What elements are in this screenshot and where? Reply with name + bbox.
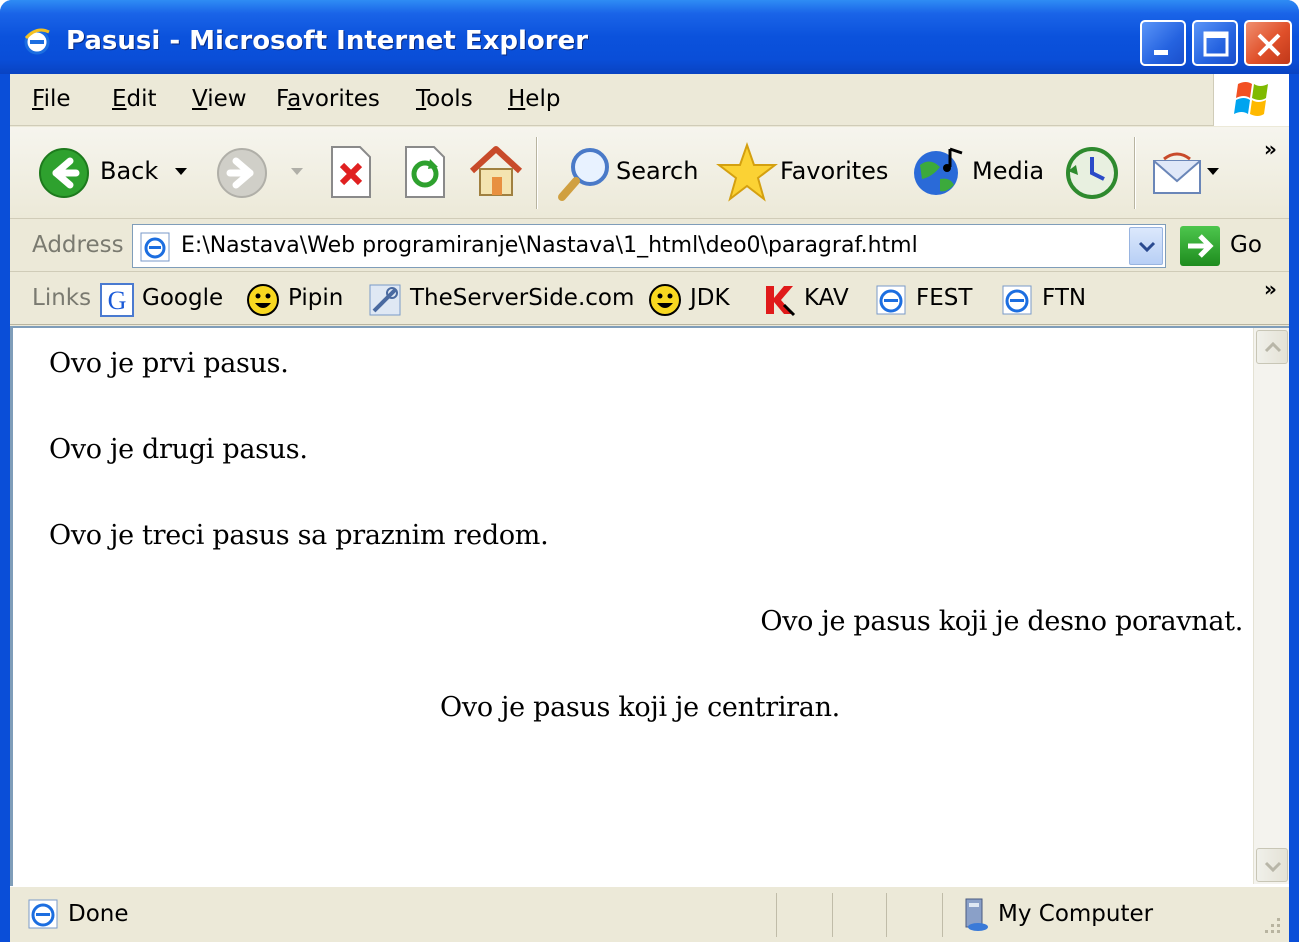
- smiley-icon: [649, 284, 681, 316]
- toolbar-chevron-icon[interactable]: »: [1264, 137, 1277, 161]
- menu-favorites[interactable]: Favorites: [276, 86, 380, 112]
- standard-toolbar: Back Search Favorites Media »: [10, 127, 1289, 219]
- close-button[interactable]: [1244, 20, 1292, 66]
- paragraph-centered: Ovo je pasus koji je centriran.: [440, 692, 840, 723]
- google-icon: G: [100, 283, 134, 317]
- scroll-up-button[interactable]: [1256, 330, 1288, 364]
- ie-logo-icon: [24, 28, 50, 55]
- media-globe-icon[interactable]: [910, 143, 970, 201]
- paragraph-3: Ovo je treci pasus sa praznim redom.: [49, 520, 549, 551]
- status-pane: [776, 893, 777, 937]
- menu-help[interactable]: Help: [508, 86, 560, 112]
- maximize-button[interactable]: [1192, 20, 1238, 66]
- links-bar: Links G Google Pipin TheServerSide.com J…: [10, 273, 1289, 325]
- done-page-icon: [28, 899, 58, 929]
- refresh-icon[interactable]: [402, 145, 448, 199]
- mail-icon[interactable]: [1150, 149, 1204, 197]
- window-frame-right: [1289, 74, 1299, 942]
- links-chevron-icon[interactable]: »: [1264, 277, 1277, 301]
- back-button[interactable]: Back: [100, 157, 158, 185]
- chevron-down-icon: [1138, 241, 1156, 253]
- tss-link-icon: [369, 284, 401, 316]
- close-icon: [1257, 33, 1281, 57]
- resize-grip-icon[interactable]: [1261, 914, 1283, 936]
- paragraph-right-aligned: Ovo je pasus koji je desno poravnat.: [760, 606, 1243, 637]
- status-pane: [832, 893, 833, 937]
- status-pane: [886, 893, 887, 937]
- forward-arrow-icon[interactable]: [216, 147, 268, 199]
- svg-text:G: G: [108, 286, 127, 315]
- back-dropdown-icon[interactable]: [174, 167, 188, 177]
- menu-file[interactable]: File: [32, 86, 71, 112]
- status-bar: Done My Computer: [10, 886, 1289, 942]
- address-input[interactable]: E:\Nastava\Web programiranje\Nastava\1_h…: [132, 224, 1166, 268]
- favorites-star-icon[interactable]: [716, 141, 778, 203]
- go-arrow-icon: [1188, 234, 1214, 258]
- window-title: Pasusi - Microsoft Internet Explorer: [66, 26, 589, 56]
- window-frame-left: [0, 74, 10, 942]
- chevron-down-icon: [1264, 861, 1282, 873]
- go-label[interactable]: Go: [1230, 232, 1262, 258]
- maximize-icon: [1203, 31, 1229, 57]
- stop-icon[interactable]: [328, 145, 374, 199]
- menu-tools[interactable]: Tools: [416, 86, 473, 112]
- menu-bar: File Edit View Favorites Tools Help: [10, 74, 1289, 126]
- minimize-button[interactable]: [1140, 20, 1186, 66]
- address-value: E:\Nastava\Web programiranje\Nastava\1_h…: [181, 233, 918, 258]
- menu-view[interactable]: View: [192, 86, 247, 112]
- paragraph-1: Ovo je prvi pasus.: [49, 348, 289, 379]
- go-button[interactable]: [1180, 226, 1220, 266]
- vertical-scrollbar[interactable]: [1253, 328, 1289, 884]
- links-label: Links: [32, 285, 92, 311]
- history-icon[interactable]: [1062, 143, 1120, 201]
- status-text: Done: [68, 901, 129, 927]
- paragraph-2: Ovo je drugi pasus.: [49, 434, 308, 465]
- menu-edit[interactable]: Edit: [112, 86, 157, 112]
- address-label: Address: [32, 232, 124, 258]
- media-button[interactable]: Media: [972, 157, 1044, 185]
- my-computer-icon: [965, 898, 988, 931]
- ie-page-icon: [1002, 285, 1032, 315]
- page-ie-icon: [140, 232, 170, 262]
- search-button[interactable]: Search: [616, 157, 698, 185]
- scroll-down-button[interactable]: [1256, 848, 1288, 882]
- chevron-up-icon: [1264, 341, 1282, 353]
- mail-dropdown-icon[interactable]: [1206, 167, 1220, 177]
- page-viewport[interactable]: Ovo je prvi pasus. Ovo je drugi pasus. O…: [10, 326, 1289, 886]
- address-bar: Address E:\Nastava\Web programiranje\Nas…: [10, 220, 1289, 272]
- ie-page-icon: [876, 285, 906, 315]
- status-pane: [942, 893, 943, 937]
- page-content: Ovo je prvi pasus. Ovo je drugi pasus. O…: [37, 328, 1243, 884]
- home-icon[interactable]: [468, 143, 524, 199]
- browser-chrome: File Edit View Favorites Tools Help Back…: [10, 74, 1289, 942]
- search-icon[interactable]: [554, 143, 614, 203]
- kaspersky-icon: [766, 286, 796, 317]
- toolbar-separator: [1134, 137, 1136, 209]
- minimize-icon: [1154, 50, 1168, 55]
- smiley-icon: [247, 284, 279, 316]
- security-zone: My Computer: [998, 901, 1154, 927]
- address-dropdown-button[interactable]: [1129, 227, 1163, 265]
- browser-window: Pasusi - Microsoft Internet Explorer Fil…: [0, 0, 1299, 942]
- favorites-button[interactable]: Favorites: [780, 157, 888, 185]
- toolbar-separator: [536, 137, 538, 209]
- back-arrow-icon[interactable]: [38, 147, 90, 199]
- windows-flag-logo: [1213, 74, 1289, 126]
- windows-logo-icon: [1234, 82, 1268, 116]
- title-bar[interactable]: Pasusi - Microsoft Internet Explorer: [0, 0, 1299, 74]
- forward-dropdown-icon[interactable]: [290, 167, 304, 177]
